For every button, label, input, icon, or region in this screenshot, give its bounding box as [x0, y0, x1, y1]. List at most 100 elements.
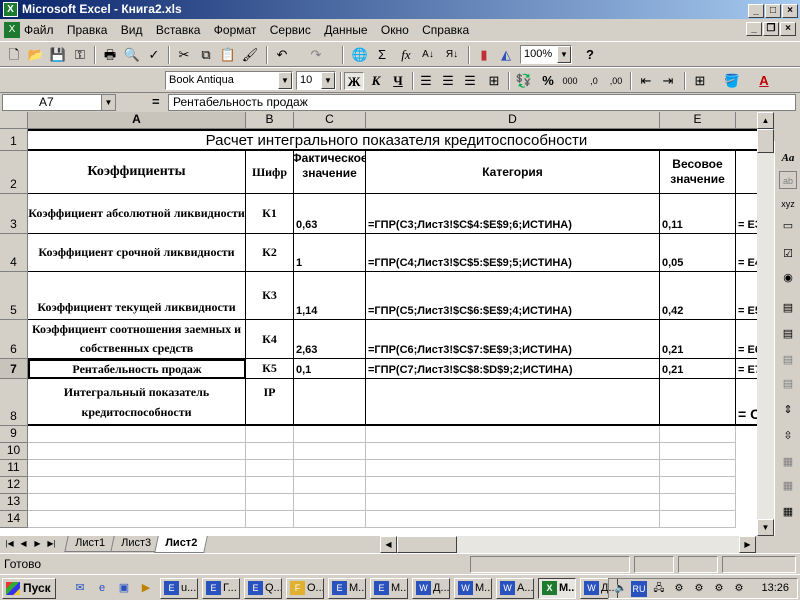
cell-e13[interactable] [660, 494, 736, 511]
header-coefficients[interactable]: Коэффициенты [28, 151, 246, 194]
cell-a12[interactable] [28, 477, 246, 494]
grid-toggle-icon[interactable]: ▦ [779, 503, 797, 521]
task-button[interactable]: E М... [370, 578, 408, 599]
align-center-icon[interactable]: ☰ [438, 72, 458, 90]
menu-help[interactable]: Справка [422, 23, 469, 37]
cell-c13[interactable] [294, 494, 366, 511]
cell-category-k5[interactable]: =ГПР(C7;Лист3!$C$8:$D$9;2;ИСТИНА) [366, 359, 660, 379]
scroll-bar-tool-icon[interactable]: ⇕ [779, 401, 797, 419]
currency-icon[interactable]: 💱 [514, 72, 534, 90]
hscroll-thumb[interactable] [397, 536, 457, 553]
row-header-14[interactable]: 14 [0, 511, 28, 528]
list-box-icon[interactable]: ▤ [779, 299, 797, 317]
cell-name-k5-selected[interactable]: Рентабельность продаж [28, 359, 246, 379]
cell-b12[interactable] [246, 477, 294, 494]
spinner-tool-icon[interactable]: ⇳ [779, 427, 797, 445]
cell-f4[interactable]: = E4 [736, 234, 757, 272]
select-all-corner[interactable] [0, 112, 28, 129]
option-button-icon[interactable]: ◉ [779, 269, 797, 287]
font-name-select[interactable]: Book Antiqua ▼ [165, 71, 293, 90]
cell-f7[interactable]: = E7 [736, 359, 757, 379]
sort-ascending-icon[interactable]: А↓ [418, 46, 438, 64]
chart-wizard-icon[interactable]: ▮ [474, 46, 494, 64]
cell-a14[interactable] [28, 511, 246, 528]
cell-b10[interactable] [246, 443, 294, 460]
cell-d9[interactable] [366, 426, 660, 443]
task-button[interactable]: E Q... [244, 578, 282, 599]
cell-actual-k2[interactable]: 1 [294, 234, 366, 272]
minimize-button[interactable]: _ [748, 4, 764, 18]
horizontal-scrollbar[interactable]: ◀ ▶ [380, 536, 756, 553]
menu-insert[interactable]: Вставка [156, 23, 201, 37]
header-category[interactable]: Категория [366, 151, 660, 194]
maximize-button[interactable]: □ [765, 4, 781, 18]
menu-data[interactable]: Данные [324, 23, 367, 37]
merge-center-icon[interactable]: ⊞ [484, 72, 504, 90]
increase-indent-icon[interactable]: ⇥ [658, 72, 678, 90]
cell-f3[interactable]: = E3 [736, 194, 757, 234]
header-weight[interactable]: Весовое значение [660, 151, 736, 194]
hyperlink-icon[interactable]: 🌐 [350, 46, 370, 64]
cell-d10[interactable] [366, 443, 660, 460]
cell-category-k2[interactable]: =ГПР(C4;Лист3!$C$5:$E$9;5;ИСТИНА) [366, 234, 660, 272]
undo-icon[interactable]: ↶ [272, 46, 292, 64]
task-button[interactable]: F О... [286, 578, 324, 599]
button-tool-icon[interactable]: ▭ [779, 217, 797, 235]
help-icon[interactable]: ? [580, 46, 600, 64]
clock[interactable]: 13:26 [761, 582, 789, 594]
font-size-select[interactable]: 10 ▼ [296, 71, 336, 90]
row-header-13[interactable]: 13 [0, 494, 28, 511]
fill-color-icon[interactable]: 🪣 [722, 72, 742, 90]
cell-d12[interactable] [366, 477, 660, 494]
cell-category-k3[interactable]: =ГПР(C5;Лист3!$C$6:$E$9;4;ИСТИНА) [366, 272, 660, 320]
task-button[interactable]: Eu... [160, 578, 198, 599]
close-button[interactable]: × [782, 4, 798, 18]
menu-format[interactable]: Формат [214, 23, 257, 37]
col-header-e[interactable]: E [660, 112, 736, 129]
col-header-a[interactable]: A [28, 112, 246, 129]
start-button[interactable]: Пуск [2, 578, 56, 599]
prev-sheet-icon[interactable]: ◀ [17, 537, 30, 551]
header-actual-value[interactable]: Фактическое значение [294, 151, 366, 194]
combo-list-edit-icon[interactable]: ▤ [779, 351, 797, 369]
tray-app-icon[interactable]: ⚙ [691, 581, 707, 597]
cell-actual-k5[interactable]: 0,1 [294, 359, 366, 379]
paste-icon[interactable]: 📋 [218, 46, 238, 64]
group-box-icon[interactable]: ab [779, 171, 797, 189]
insert-function-icon[interactable]: fx [396, 46, 416, 64]
save-icon[interactable]: 💾 [48, 46, 68, 64]
cell-b14[interactable] [246, 511, 294, 528]
align-left-icon[interactable]: ☰ [416, 72, 436, 90]
permission-icon[interactable]: ⚿ [70, 46, 90, 64]
checkbox-tool-icon[interactable]: ☑ [779, 245, 797, 263]
scroll-thumb[interactable] [757, 129, 774, 153]
new-file-icon[interactable]: 🗋 [4, 46, 24, 64]
tray-app-icon[interactable]: ⚙ [731, 581, 747, 597]
cell-weight-k4[interactable]: 0,21 [660, 320, 736, 359]
cell-e10[interactable] [660, 443, 736, 460]
cell-e14[interactable] [660, 511, 736, 528]
cell-c9[interactable] [294, 426, 366, 443]
vertical-scrollbar[interactable]: ▲ ▼ [757, 112, 774, 536]
copy-icon[interactable]: ⧉ [196, 46, 216, 64]
cell-d13[interactable] [366, 494, 660, 511]
task-button[interactable]: W М... [454, 578, 492, 599]
task-button[interactable]: W А... [496, 578, 534, 599]
cell-name-k4[interactable]: Коэффициент соотношения заемных и собств… [28, 320, 246, 359]
cell-c8[interactable] [294, 379, 366, 426]
comma-style-button[interactable]: 000 [560, 72, 580, 90]
decrease-decimal-icon[interactable]: ,00 [606, 72, 626, 90]
format-painter-icon[interactable]: 🖌 [240, 46, 260, 64]
cell-actual-k1[interactable]: 0,63 [294, 194, 366, 234]
cell-a11[interactable] [28, 460, 246, 477]
zoom-select[interactable]: 100% ▼ [520, 45, 572, 64]
menu-file[interactable]: Файл [24, 23, 54, 37]
tab-sheet2[interactable]: Лист2 [154, 536, 208, 553]
row-header-4[interactable]: 4 [0, 234, 28, 272]
row-header-12[interactable]: 12 [0, 477, 28, 494]
last-sheet-icon[interactable]: ▶| [45, 537, 58, 551]
workbook-icon[interactable]: X [4, 22, 20, 38]
cell-b9[interactable] [246, 426, 294, 443]
combo-box-icon[interactable]: ▤ [779, 325, 797, 343]
network-icon[interactable]: 🖧 [651, 581, 667, 597]
